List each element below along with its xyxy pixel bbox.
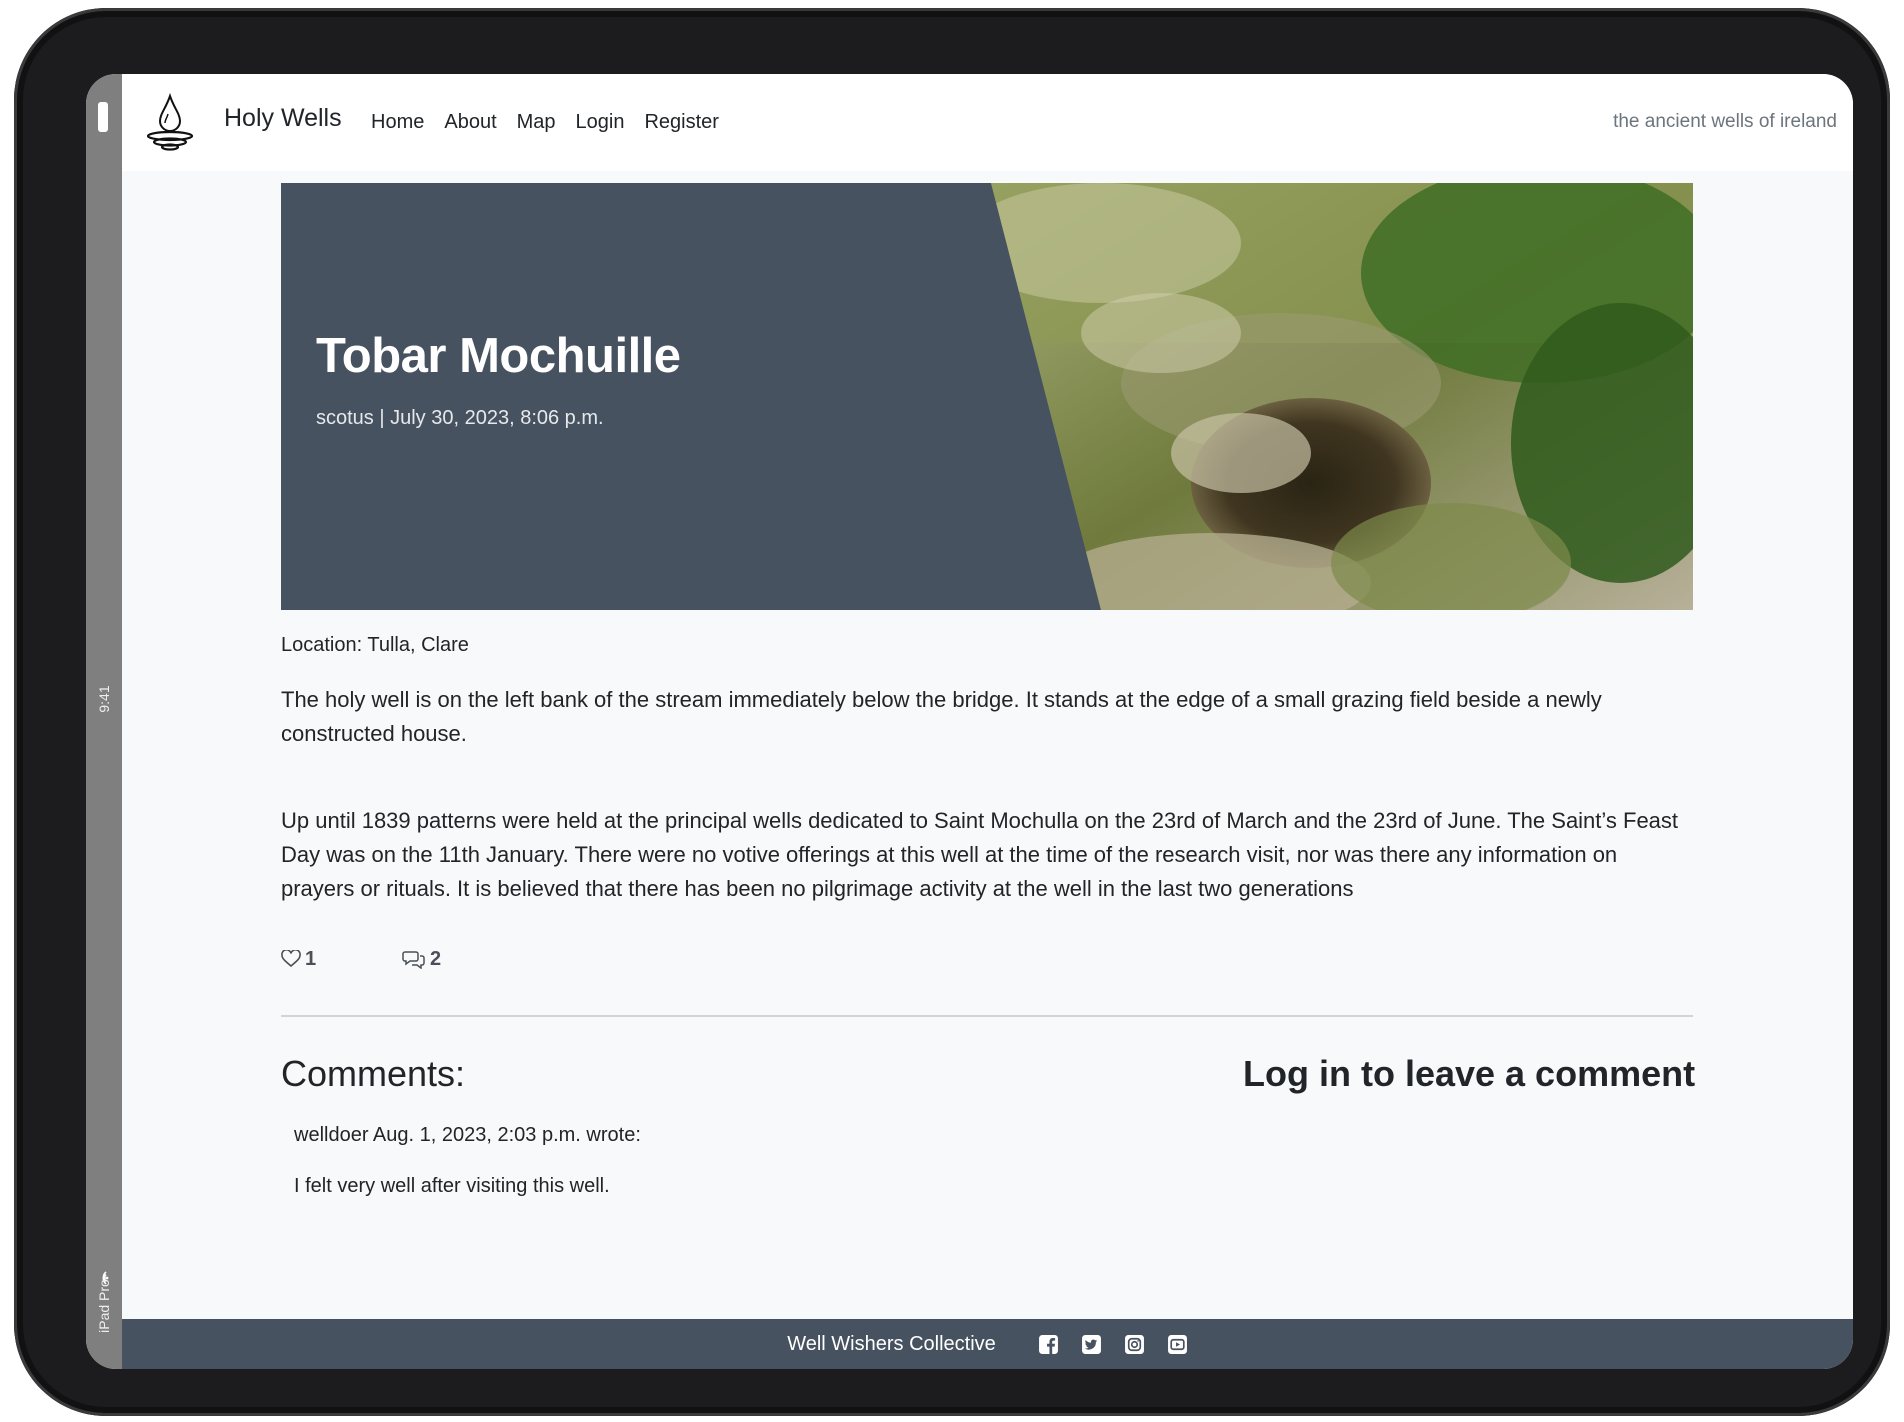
facebook-icon[interactable] [1038,1334,1059,1355]
post-paragraph-2: Up until 1839 patterns were held at the … [281,808,1679,901]
divider [281,1015,1693,1017]
comment-header: welldoer Aug. 1, 2023, 2:03 p.m. wrote: [294,1124,641,1146]
battery-icon [98,102,108,132]
nav-link-about[interactable]: About [444,111,496,134]
post-content: Location: Tulla, Clare The holy well is … [281,634,1693,974]
status-bar: 9:41 iPad Pro [86,74,122,1369]
twitter-icon[interactable] [1081,1334,1102,1355]
instagram-icon[interactable] [1124,1334,1145,1355]
login-to-comment-prompt: Log in to leave a comment [1243,1053,1696,1094]
device-model: iPad Pro [96,1279,112,1333]
post-stats: 1 2 [281,944,1693,974]
like-count: 1 [305,947,317,970]
nav-link-login[interactable]: Login [576,111,625,134]
web-page: Holy Wells Home About Map Login Register… [122,74,1853,1369]
post-hero: Tobar Mochuille scotus | July 30, 2023, … [281,183,1693,610]
post-title: Tobar Mochuille [316,329,681,383]
heart-icon [281,950,301,968]
ipad-frame: 9:41 iPad Pro Holy Wells Home About Map … [14,8,1890,1416]
footer: Well Wishers Collective [122,1319,1853,1369]
comments-icon [402,951,425,969]
navbar: Holy Wells Home About Map Login Register… [122,74,1853,171]
like-button[interactable]: 1 [281,948,402,971]
social-links [1038,1334,1188,1355]
nav-link-map[interactable]: Map [517,111,556,134]
post-meta: scotus | July 30, 2023, 8:06 p.m. [316,407,604,429]
tagline: the ancient wells of ireland [1613,111,1837,132]
screen: 9:41 iPad Pro Holy Wells Home About Map … [86,74,1853,1369]
brand-name[interactable]: Holy Wells [224,104,342,133]
nav-link-register[interactable]: Register [644,111,718,134]
nav-links: Home About Map Login Register [371,111,739,134]
comment-count: 2 [430,947,442,970]
comment-body: I felt very well after visiting this wel… [294,1175,610,1197]
comments-heading: Comments: [281,1053,466,1094]
comment-count-stat: 2 [402,948,441,971]
water-drop-logo-icon[interactable] [138,90,202,154]
nav-link-home[interactable]: Home [371,111,424,134]
youtube-icon[interactable] [1167,1334,1188,1355]
status-time: 9:41 [96,685,112,713]
footer-text: Well Wishers Collective [787,1332,996,1355]
well-photo [991,183,1693,610]
post-location: Location: Tulla, Clare [281,634,469,656]
post-paragraph-1: The holy well is on the left bank of the… [281,687,1602,746]
